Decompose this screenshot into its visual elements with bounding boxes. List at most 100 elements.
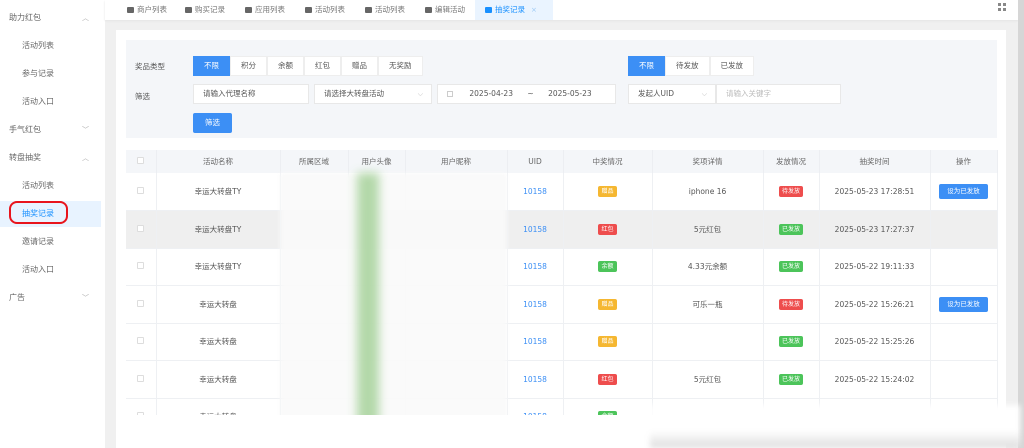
prize-tag: 红包 bbox=[598, 223, 617, 235]
uid-cell: 10158 bbox=[507, 323, 564, 361]
uid-link[interactable]: 10158 bbox=[523, 375, 547, 384]
keyword-placeholder: 请输入关键字 bbox=[726, 89, 771, 98]
uid-cell: 10158 bbox=[507, 360, 564, 399]
close-icon[interactable]: × bbox=[531, 6, 537, 14]
sidebar-item-label: 参与记录 bbox=[22, 69, 54, 78]
chevron-down-icon: ⌵ bbox=[701, 90, 707, 98]
date-range-picker[interactable]: 2025-04-23 ~ 2025-05-23 bbox=[437, 84, 616, 104]
checkbox[interactable] bbox=[137, 374, 145, 382]
sidebar-item[interactable]: 邀请记录 bbox=[0, 229, 101, 255]
checkbox[interactable] bbox=[137, 262, 145, 270]
mark-issued-button[interactable]: 设为已发放 bbox=[939, 296, 988, 312]
tab-0[interactable]: 商户列表 bbox=[117, 0, 177, 20]
row-checkbox[interactable] bbox=[126, 248, 157, 286]
row-checkbox[interactable] bbox=[126, 323, 157, 361]
activity-select-value: 请选择大转盘活动 bbox=[324, 89, 384, 98]
prize-detail: 5元红包 bbox=[652, 360, 764, 399]
column-header: 奖项详情 bbox=[652, 150, 764, 173]
column-header: 抽奖时间 bbox=[819, 150, 931, 173]
sidebar-item[interactable]: 手气红包 ﹀ bbox=[0, 117, 101, 143]
sidebar-item-label: 活动入口 bbox=[22, 97, 54, 106]
uid-link[interactable]: 10158 bbox=[523, 337, 547, 346]
tab-label: 活动列表 bbox=[315, 5, 345, 14]
tab-1[interactable]: 购买记录 bbox=[175, 0, 235, 20]
action-cell bbox=[930, 323, 998, 361]
row-checkbox[interactable] bbox=[126, 285, 157, 324]
grid-menu-icon[interactable] bbox=[998, 3, 1006, 11]
prize-detail: 可乐一瓶 bbox=[652, 285, 764, 324]
action-cell: 设为已发放 bbox=[930, 285, 998, 324]
sidebar-item[interactable]: 活动列表 bbox=[0, 173, 101, 199]
sidebar: 助力红包 ︿ 活动列表 参与记录 活动入口 手气红包 ﹀ 转盘抽奖 ︿ 活动列表 抽奖记录 邀请记录活… bbox=[0, 0, 105, 448]
tab-5[interactable]: 编辑活动 bbox=[415, 0, 475, 20]
prize-detail-text: iphone 16 bbox=[688, 187, 727, 196]
sidebar-item[interactable]: 助力红包 ︿ bbox=[0, 5, 101, 31]
sidebar-item[interactable]: 活动入口 bbox=[0, 257, 101, 283]
row-checkbox[interactable] bbox=[126, 360, 157, 399]
uid-link[interactable]: 10158 bbox=[523, 300, 547, 309]
prize-detail bbox=[652, 323, 764, 361]
keyword-input[interactable]: 请输入关键字 bbox=[716, 84, 841, 104]
uid-link[interactable]: 10158 bbox=[523, 225, 547, 234]
prize-type-option[interactable]: 不限 bbox=[193, 56, 230, 76]
tab-3[interactable]: 活动列表 bbox=[295, 0, 355, 20]
prize-type-option[interactable]: 无奖励 bbox=[378, 56, 423, 76]
field-select[interactable]: 发起人UID ⌵ bbox=[628, 84, 716, 104]
status-option[interactable]: 不限 bbox=[628, 56, 665, 76]
sidebar-item[interactable]: 广告 ﹀ bbox=[0, 285, 101, 311]
status-group: 不限 待发放 已发放 bbox=[628, 56, 754, 76]
tab-6[interactable]: 抽奖记录 × bbox=[475, 0, 553, 20]
activity-name-text: 幸运大转盘TY bbox=[194, 262, 242, 272]
calendar-icon bbox=[447, 90, 453, 97]
uid-link[interactable]: 10158 bbox=[523, 262, 547, 271]
activity-name: 幸运大转盘 bbox=[156, 285, 281, 324]
prize-type-option[interactable]: 赠品 bbox=[341, 56, 378, 76]
status-cell: 已发放 bbox=[763, 210, 820, 249]
filter-submit-button[interactable]: 筛选 bbox=[193, 113, 232, 133]
status-cell: 待发放 bbox=[763, 173, 820, 211]
date-start: 2025-04-23 bbox=[469, 89, 513, 98]
uid-link[interactable]: 10158 bbox=[523, 187, 547, 196]
sidebar-item-label: 活动入口 bbox=[22, 265, 54, 274]
sidebar-item[interactable]: 转盘抽奖 ︿ bbox=[0, 145, 101, 171]
prize-type-option[interactable]: 积分 bbox=[230, 56, 267, 76]
sidebar-item-label: 活动列表 bbox=[22, 181, 54, 190]
uid-cell: 10158 bbox=[507, 210, 564, 249]
row-checkbox[interactable] bbox=[126, 210, 157, 249]
activity-name: 幸运大转盘 bbox=[156, 323, 281, 361]
activity-name: 幸运大转盘 bbox=[156, 360, 281, 399]
tab-label: 购买记录 bbox=[195, 5, 225, 14]
status-tag: 已发放 bbox=[778, 336, 803, 348]
column-header: 所属区域 bbox=[280, 150, 349, 173]
sidebar-item[interactable]: 活动列表 bbox=[0, 33, 101, 59]
mark-issued-button[interactable]: 设为已发放 bbox=[939, 184, 988, 199]
column-header: 中奖情况 bbox=[563, 150, 653, 173]
agent-name-input[interactable]: 请输入代理名称 bbox=[193, 84, 309, 104]
page-icon bbox=[425, 6, 432, 13]
checkbox[interactable] bbox=[137, 299, 145, 307]
tab-2[interactable]: 应用列表 bbox=[235, 0, 295, 20]
prize-detail-text: 可乐一瓶 bbox=[692, 299, 723, 309]
sidebar-item[interactable]: 参与记录 bbox=[0, 61, 101, 87]
prize-type-option[interactable]: 红包 bbox=[304, 56, 341, 76]
select-all-checkbox[interactable] bbox=[126, 150, 157, 173]
tab-4[interactable]: 活动列表 bbox=[355, 0, 415, 20]
checkbox[interactable] bbox=[137, 187, 145, 194]
activity-name-text: 幸运大转盘 bbox=[199, 374, 237, 384]
status-option[interactable]: 已发放 bbox=[709, 56, 754, 76]
activity-name-text: 幸运大转盘 bbox=[199, 299, 237, 309]
sidebar-item[interactable]: 活动入口 bbox=[0, 89, 101, 115]
prize-type-option[interactable]: 余额 bbox=[267, 56, 304, 76]
prize-detail-text: 5元红包 bbox=[693, 374, 722, 384]
checkbox[interactable] bbox=[137, 337, 145, 345]
status-tag: 已发放 bbox=[778, 373, 803, 385]
page-icon bbox=[245, 6, 252, 13]
draw-time-text: 2025-05-23 17:27:37 bbox=[834, 224, 915, 234]
row-checkbox[interactable] bbox=[126, 173, 157, 211]
status-tag: 已发放 bbox=[778, 223, 803, 235]
draw-time: 2025-05-23 17:27:37 bbox=[819, 210, 931, 249]
status-option[interactable]: 待发放 bbox=[665, 56, 710, 76]
scrollbar[interactable] bbox=[1018, 0, 1024, 448]
activity-select[interactable]: 请选择大转盘活动 ⌵ bbox=[314, 84, 432, 104]
checkbox[interactable] bbox=[137, 224, 145, 232]
